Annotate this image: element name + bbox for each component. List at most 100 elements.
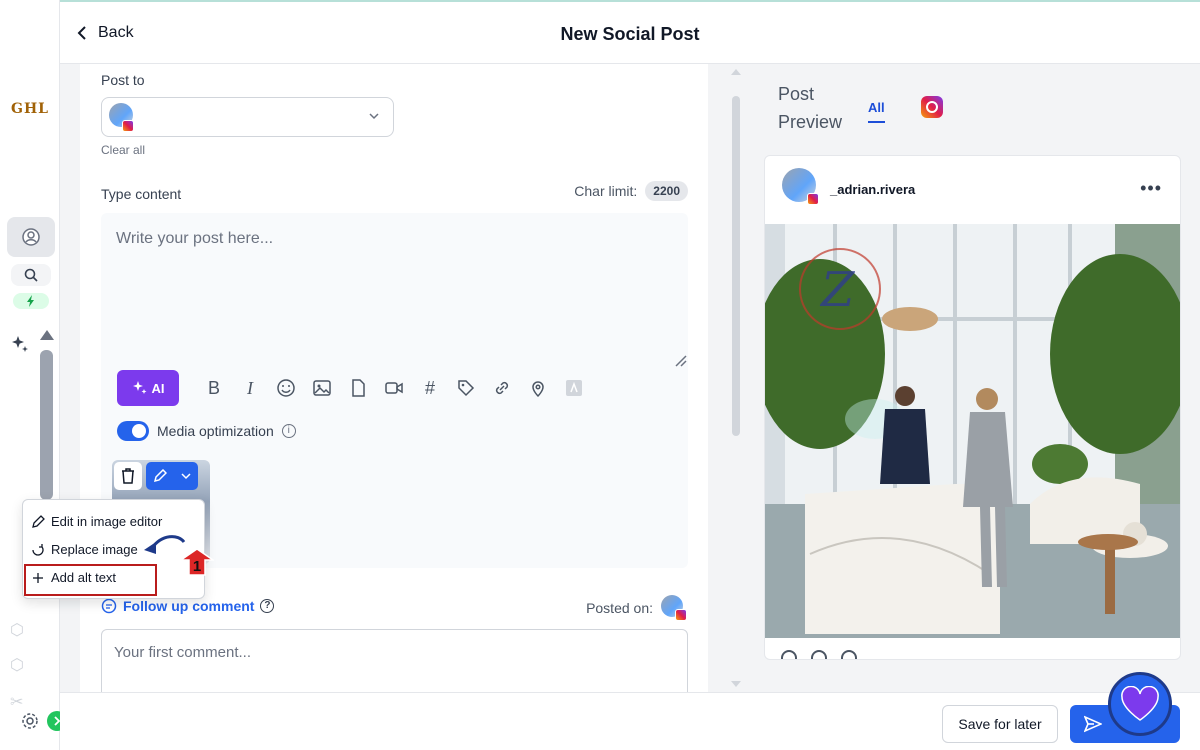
comment-input[interactable]: Your first comment... xyxy=(101,629,688,699)
video-button[interactable] xyxy=(383,377,405,399)
chevron-down-icon xyxy=(181,473,191,480)
office-photo: Z xyxy=(765,224,1180,638)
trash-icon xyxy=(122,468,134,484)
char-limit-value: 2200 xyxy=(645,181,688,201)
emoji-button[interactable] xyxy=(275,377,297,399)
clear-all-link[interactable]: Clear all xyxy=(101,143,145,157)
thumbnail-tools xyxy=(114,462,198,490)
account-button[interactable] xyxy=(7,217,55,257)
editor-toolbar: AI B I # xyxy=(117,370,585,406)
account-select[interactable] xyxy=(101,97,394,137)
canva-icon xyxy=(566,380,582,396)
search-icon xyxy=(24,268,38,282)
type-content-label: Type content xyxy=(101,186,182,202)
info-icon[interactable]: i xyxy=(281,424,296,438)
bold-button[interactable]: B xyxy=(203,377,225,399)
char-limit-label: Char limit: xyxy=(574,183,638,199)
preview-image: Z xyxy=(765,224,1180,638)
link-button[interactable] xyxy=(491,377,513,399)
search-button[interactable] xyxy=(11,264,51,286)
preview-username: _adrian.rivera xyxy=(830,182,916,197)
resize-handle-icon[interactable] xyxy=(674,354,688,368)
watermark-badge xyxy=(1108,672,1172,736)
follow-up-comment[interactable]: Follow up comment ? xyxy=(101,598,275,614)
editor-scrollbar[interactable] xyxy=(732,96,740,436)
help-icon[interactable]: ? xyxy=(260,599,275,613)
comment-placeholder: Your first comment... xyxy=(114,644,251,661)
sparkle-icon xyxy=(132,381,146,394)
tab-all[interactable]: All xyxy=(868,100,885,123)
pencil-icon xyxy=(153,469,167,483)
settings-button[interactable] xyxy=(18,709,42,733)
heart-icon xyxy=(1121,686,1159,721)
pencil-icon xyxy=(32,514,45,528)
file-button[interactable] xyxy=(347,377,369,399)
rail-scroll-up[interactable] xyxy=(40,330,54,340)
preview-actions xyxy=(781,650,857,659)
media-optimization-toggle[interactable] xyxy=(117,421,149,441)
canva-button[interactable] xyxy=(563,377,585,399)
follow-up-label: Follow up comment xyxy=(123,598,255,614)
menu-item-label: Replace image xyxy=(51,542,138,557)
tag-icon xyxy=(458,380,475,397)
menu-item-replace-image[interactable]: Replace image xyxy=(31,542,138,557)
refresh-icon xyxy=(32,543,44,556)
edit-media-button[interactable] xyxy=(146,462,198,490)
ai-label: AI xyxy=(151,380,165,396)
send-icon xyxy=(1084,715,1102,733)
sparkle-icon xyxy=(12,336,28,352)
post-to-label: Post to xyxy=(101,72,145,88)
annotation-number: 1 xyxy=(192,558,202,575)
hashtag-button[interactable]: # xyxy=(419,377,441,399)
page-footer: Save for later xyxy=(60,692,1200,750)
user-pin-icon xyxy=(22,228,40,246)
share-icon xyxy=(841,650,857,659)
post-preview-card: _adrian.rivera ••• Z xyxy=(764,155,1181,660)
smile-icon xyxy=(277,379,295,397)
chevron-down-icon xyxy=(369,113,379,120)
annotation-highlight xyxy=(24,564,157,596)
rail-scrollbar[interactable] xyxy=(40,350,53,500)
tab-instagram[interactable] xyxy=(921,96,943,118)
location-pin-icon xyxy=(532,381,544,398)
preview-scroll-down[interactable] xyxy=(731,681,741,687)
posted-on: Posted on: xyxy=(586,595,687,621)
posted-on-label: Posted on: xyxy=(586,600,653,616)
link-icon xyxy=(495,381,509,395)
instagram-icon xyxy=(122,120,134,132)
italic-button[interactable]: I xyxy=(239,377,261,399)
menu-item-label: Edit in image editor xyxy=(51,514,163,529)
more-options-icon[interactable]: ••• xyxy=(1140,178,1162,199)
ai-button[interactable]: AI xyxy=(117,370,179,406)
instagram-icon xyxy=(807,193,819,205)
cube-icon: ⬡ xyxy=(10,622,24,639)
heart-icon xyxy=(781,650,797,659)
lightning-icon xyxy=(27,295,34,307)
menu-item-edit-in-image-editor[interactable]: Edit in image editor xyxy=(31,514,162,529)
comment-icon xyxy=(811,650,827,659)
content-placeholder: Write your post here... xyxy=(116,230,274,247)
char-limit: Char limit: 2200 xyxy=(574,181,688,201)
quick-actions-button[interactable] xyxy=(13,293,49,309)
app-rail: GHL ⬡ ⬡ ✂ xyxy=(0,0,67,750)
media-optimization-row: Media optimization i xyxy=(117,421,296,441)
video-icon xyxy=(385,382,403,394)
comment-icon xyxy=(101,598,117,614)
delete-media-button[interactable] xyxy=(114,462,142,490)
image-icon xyxy=(313,380,331,396)
media-optimization-label: Media optimization xyxy=(157,423,274,439)
gear-icon xyxy=(22,713,38,729)
image-button[interactable] xyxy=(311,377,333,399)
ai-sparkle-button[interactable] xyxy=(8,332,32,356)
preview-title: Post Preview xyxy=(778,84,843,132)
location-button[interactable] xyxy=(527,377,549,399)
page-header: Back New Social Post xyxy=(60,0,1200,64)
instagram-icon xyxy=(675,609,687,621)
preview-scroll-up[interactable] xyxy=(731,69,741,75)
annotation-step-number: 1 xyxy=(178,548,216,576)
file-icon xyxy=(352,379,365,397)
tag-button[interactable] xyxy=(455,377,477,399)
app-logo: GHL xyxy=(11,101,50,117)
cube-icon: ⬡ xyxy=(10,657,24,674)
save-for-later-button[interactable]: Save for later xyxy=(942,705,1058,743)
